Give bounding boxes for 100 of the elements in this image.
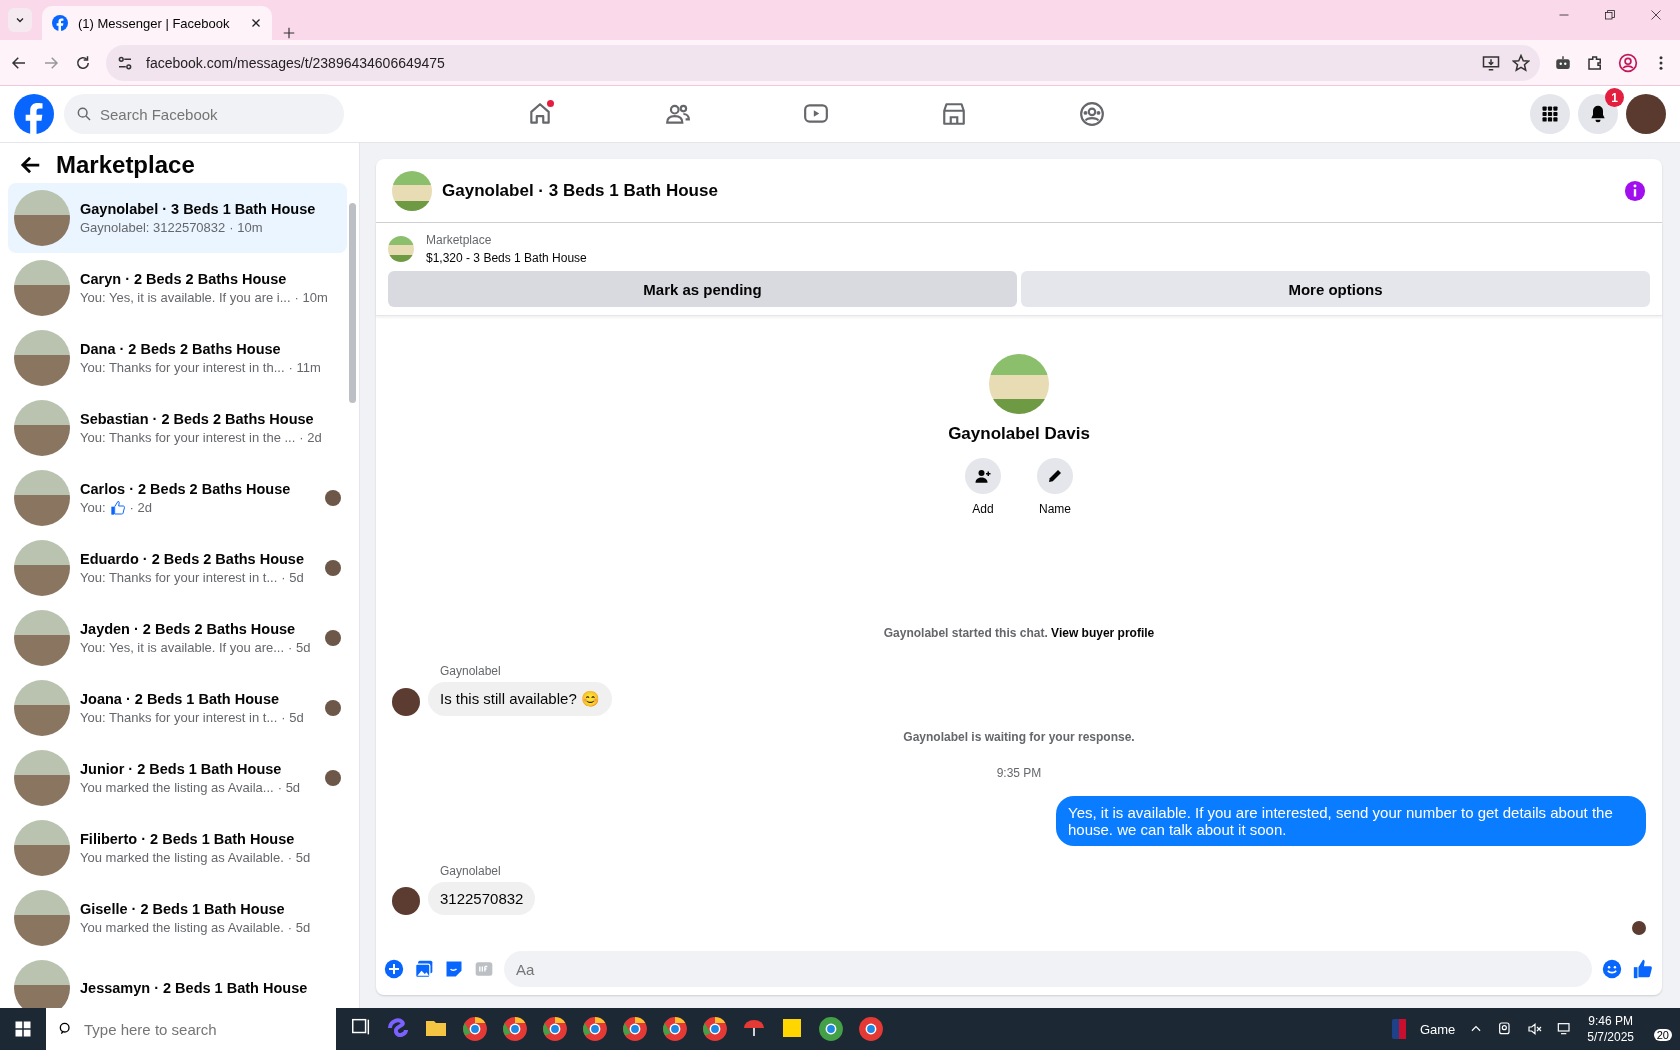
action-label: Add bbox=[972, 502, 994, 516]
storefront-icon[interactable] bbox=[941, 101, 967, 127]
conversation-item[interactable]: Joana · 2 Beds 1 Bath House You: Thanks for your interest in t... · 5d bbox=[8, 673, 347, 743]
home-icon[interactable] bbox=[527, 101, 553, 127]
notifications-button[interactable] bbox=[1578, 94, 1618, 134]
thumbs-up-icon[interactable] bbox=[1632, 958, 1654, 980]
action-button[interactable]: More options bbox=[1021, 271, 1650, 307]
photo-icon[interactable] bbox=[414, 959, 434, 979]
conversation-name: Caryn · 2 Beds 2 Baths House bbox=[80, 271, 288, 287]
message-preview: You: Thanks for your interest in th... bbox=[80, 360, 285, 375]
robot-icon[interactable] bbox=[1554, 53, 1572, 72]
conversation-item[interactable]: Giselle · 2 Beds 1 Bath House You marked the listing as Available. · 5d bbox=[8, 883, 347, 953]
extensions-icon[interactable] bbox=[1586, 53, 1604, 72]
back-arrow-icon[interactable] bbox=[20, 154, 42, 176]
listing-photo bbox=[14, 960, 70, 1008]
restore-icon[interactable] bbox=[1604, 9, 1616, 21]
conversation-item[interactable]: Eduardo · 2 Beds 2 Baths House You: Thanks for your interest in t... · 5d bbox=[8, 533, 347, 603]
new-tab-icon[interactable] bbox=[282, 26, 296, 40]
conversation-item[interactable]: Carlos · 2 Beds 2 Baths House You: · 2d bbox=[8, 463, 347, 533]
listing-source: Marketplace bbox=[426, 233, 493, 247]
search-field[interactable]: Search Facebook bbox=[64, 94, 344, 134]
listing-photo bbox=[388, 236, 414, 262]
add-person-icon bbox=[974, 467, 992, 485]
clock-date[interactable]: 5/7/2025 bbox=[1587, 1029, 1634, 1045]
windows-start-icon[interactable] bbox=[14, 1020, 32, 1038]
message-preview: You: bbox=[80, 500, 106, 515]
notification-center-button[interactable]: 20 bbox=[1648, 1017, 1672, 1041]
browser-app-icon[interactable] bbox=[502, 1016, 528, 1042]
message-preview: You marked the listing as Available. bbox=[80, 850, 284, 865]
browser-app-icon[interactable] bbox=[818, 1016, 844, 1042]
message-preview: You: Thanks for your interest in the ... bbox=[80, 430, 296, 445]
message-time: · 2d bbox=[129, 500, 152, 515]
conversation-name: Jayden · 2 Beds 2 Baths House bbox=[80, 621, 297, 637]
profile-icon[interactable] bbox=[1618, 52, 1638, 73]
notification-badge: 1 bbox=[1605, 88, 1624, 107]
close-icon[interactable] bbox=[250, 17, 262, 29]
conversation-item[interactable]: Junior · 2 Beds 1 Bath House You marked the listing as Availa... · 5d bbox=[8, 743, 347, 813]
message-preview: You marked the listing as Available. bbox=[80, 920, 284, 935]
conversation-item[interactable]: Caryn · 2 Beds 2 Baths House You: Yes, it is available. If you are i... · 10m bbox=[8, 253, 347, 323]
listing-photo bbox=[14, 260, 70, 316]
reload-icon[interactable] bbox=[74, 53, 92, 72]
listing-summary: $1,320 - 3 Beds 1 Bath House bbox=[426, 251, 587, 265]
conversation-item[interactable]: Filiberto · 2 Beds 1 Bath House You marked the listing as Available. · 5d bbox=[8, 813, 347, 883]
browser-app-icon[interactable] bbox=[702, 1016, 728, 1042]
conversation-item[interactable]: Jayden · 2 Beds 2 Baths House You: Yes, it is available. If you are... · 5d bbox=[8, 603, 347, 673]
listing-photo bbox=[14, 610, 70, 666]
message-time: · 10m bbox=[229, 220, 263, 235]
browser-app-icon[interactable] bbox=[662, 1016, 688, 1042]
sender-avatar bbox=[392, 688, 420, 716]
grid-menu-icon bbox=[1540, 104, 1560, 124]
message-time: · 10m bbox=[294, 290, 328, 305]
sticky-note-icon[interactable] bbox=[780, 1016, 804, 1040]
close-icon[interactable] bbox=[1650, 9, 1662, 21]
weather-label[interactable]: Game bbox=[1419, 1021, 1456, 1037]
browser-app-icon[interactable] bbox=[542, 1016, 568, 1042]
scrollbar-thumb[interactable] bbox=[349, 203, 356, 403]
browser-app-icon[interactable] bbox=[858, 1016, 884, 1042]
bookmark-star-icon[interactable] bbox=[1512, 53, 1530, 72]
sticker-icon[interactable] bbox=[444, 959, 464, 979]
listing-photo bbox=[14, 330, 70, 386]
facebook-logo-icon bbox=[52, 15, 68, 31]
conversation-name: Jessamyn · 2 Beds 1 Bath House bbox=[80, 980, 309, 996]
menu-button[interactable] bbox=[1530, 94, 1570, 134]
search-icon bbox=[76, 106, 92, 122]
profile-action-button[interactable] bbox=[965, 458, 1001, 494]
conversation-name: Joana · 2 Beds 1 Bath House bbox=[80, 691, 281, 707]
browser-tab[interactable]: (1) Messenger | Facebook bbox=[42, 6, 272, 40]
profile-action-button[interactable] bbox=[1037, 458, 1073, 494]
install-app-icon[interactable] bbox=[1482, 53, 1500, 72]
timestamp: 9:35 PM bbox=[995, 766, 1043, 780]
conversation-name: Dana · 2 Beds 2 Baths House bbox=[80, 341, 282, 357]
emoji-icon[interactable] bbox=[1602, 959, 1622, 979]
clock-time[interactable]: 9:46 PM bbox=[1587, 1013, 1634, 1029]
colorful-swirl-icon[interactable] bbox=[386, 1016, 410, 1040]
basketball-logo-icon[interactable] bbox=[1391, 1019, 1406, 1039]
sender-avatar bbox=[392, 887, 420, 915]
message-preview: You: Thanks for your interest in t... bbox=[80, 710, 278, 725]
sender-name: Gaynolabel bbox=[440, 664, 502, 678]
address-bar[interactable]: facebook.com/messages/t/23896434606649475 bbox=[106, 44, 1540, 81]
plus-circle-icon[interactable] bbox=[384, 959, 404, 979]
buyer-profile-link[interactable]: View buyer profile bbox=[1051, 626, 1155, 640]
browser-app-icon[interactable] bbox=[582, 1016, 608, 1042]
conversation-item[interactable]: Sebastian · 2 Beds 2 Baths House You: Thanks for your interest in the ... · 2d bbox=[8, 393, 347, 463]
groups-icon[interactable] bbox=[1079, 101, 1105, 127]
listing-photo bbox=[14, 890, 70, 946]
avatar-circle[interactable] bbox=[1626, 94, 1666, 134]
facebook-logo-icon[interactable] bbox=[14, 94, 54, 134]
speaker-muted-icon[interactable] bbox=[1527, 1021, 1544, 1037]
info-icon[interactable] bbox=[1624, 179, 1646, 202]
conversation-item[interactable]: Gaynolabel · 3 Beds 1 Bath House Gaynolabel: 3122570832 · 10m bbox=[8, 183, 347, 253]
system-message: Gaynolabel is waiting for your response. bbox=[902, 730, 1136, 744]
browser-app-icon[interactable] bbox=[462, 1016, 488, 1042]
conversation-item[interactable]: Dana · 2 Beds 2 Baths House You: Thanks for your interest in th... · 11m bbox=[8, 323, 347, 393]
action-button[interactable]: Mark as pending bbox=[388, 271, 1017, 307]
browser-app-icon[interactable] bbox=[622, 1016, 648, 1042]
taskbar-search-field[interactable]: Type here to search bbox=[46, 1008, 336, 1050]
listing-photo bbox=[14, 400, 70, 456]
listing-photo bbox=[14, 540, 70, 596]
message-bubble: 3122570832 bbox=[428, 882, 536, 915]
message-input[interactable]: Aa bbox=[504, 951, 1592, 987]
